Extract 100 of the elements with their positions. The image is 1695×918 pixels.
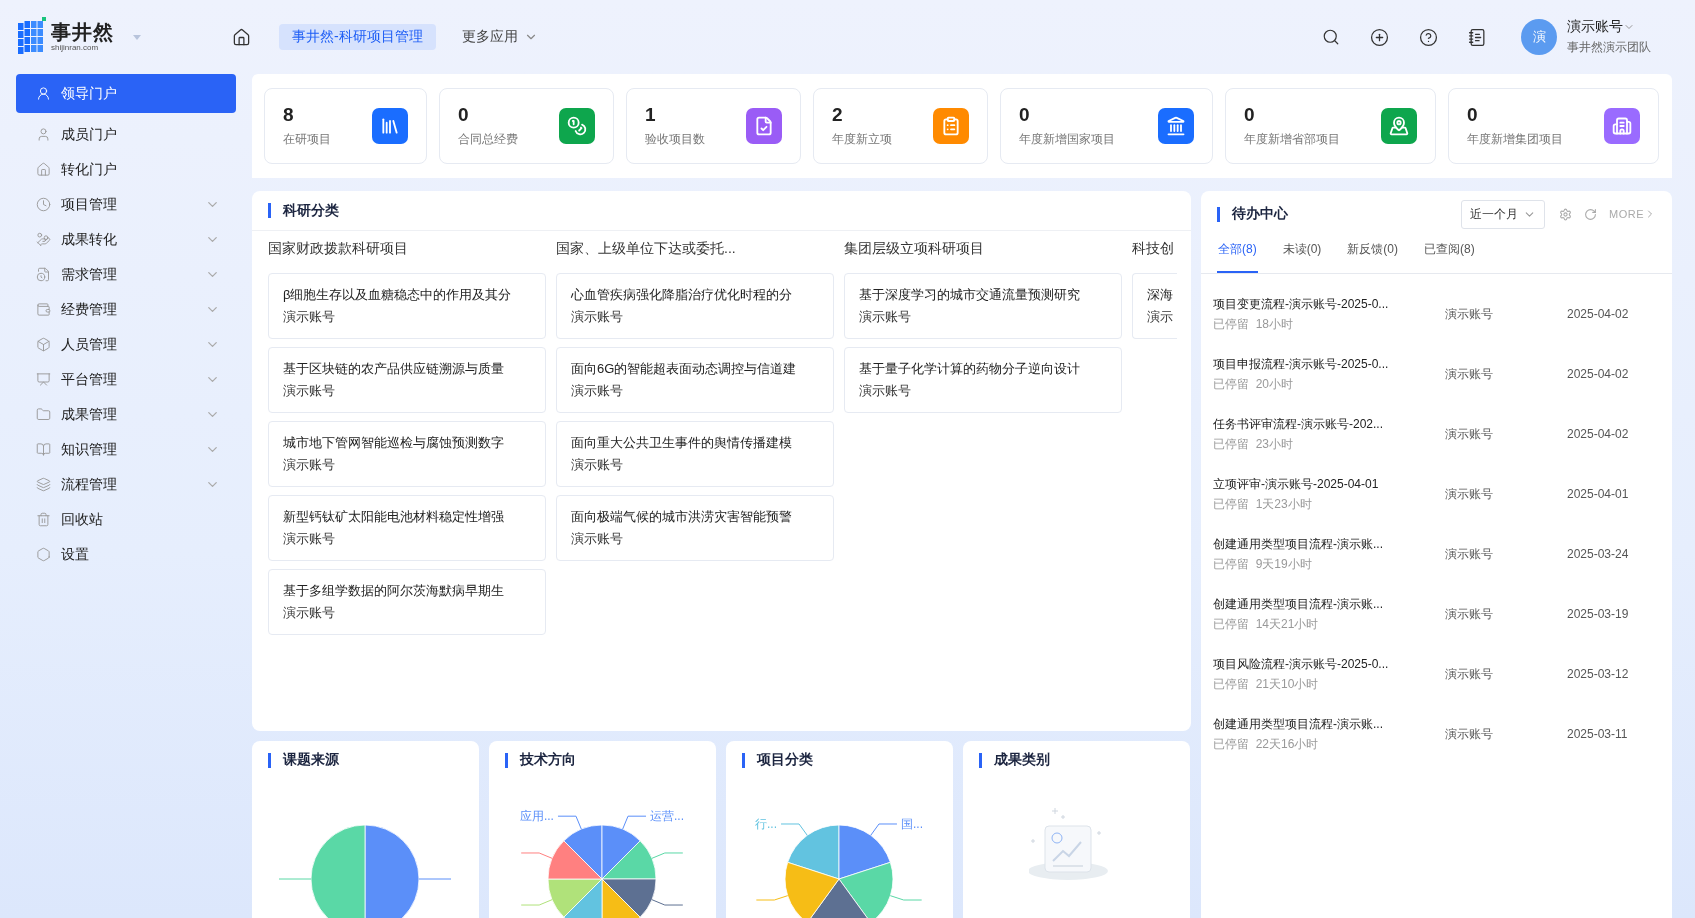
todo-tab[interactable]: 新反馈(0) (1346, 237, 1399, 273)
person-icon (36, 127, 51, 142)
person-icon (36, 86, 51, 101)
sidebar-item[interactable]: 成员门户 (16, 117, 236, 152)
column-title: 国家财政拨款科研项目 (268, 239, 409, 258)
todo-tab[interactable]: 已查阅(8) (1423, 237, 1476, 273)
project-card[interactable]: 心血管疾病强化降脂治疗优化时程的分 演示账号 (556, 273, 834, 339)
project-card[interactable]: 面向极端气候的城市洪涝灾害智能预警 演示账号 (556, 495, 834, 561)
leader-line (557, 815, 582, 830)
leader-line (651, 899, 684, 906)
sidebar-item[interactable]: 成果管理 (16, 397, 236, 432)
sidebar-item[interactable]: 项目管理 (16, 187, 236, 222)
todo-title[interactable]: 项目变更流程-演示账号-2025-0... (1213, 295, 1445, 313)
sidebar-item[interactable]: 领导门户 (16, 74, 236, 113)
sidebar-item[interactable]: 平台管理 (16, 362, 236, 397)
todo-title[interactable]: 立项评审-演示账号-2025-04-01 (1213, 475, 1445, 493)
user-name[interactable]: 演示账号 (1567, 18, 1651, 36)
project-card[interactable]: 面向6G的智能超表面动态调控与信道建 演示账号 (556, 347, 834, 413)
project-title: 基于量子化学计算的药物分子逆向设计 (859, 360, 1081, 378)
project-owner: 演示账号 (283, 456, 336, 474)
stay-time: 已停留 1天23小时 (1213, 495, 1313, 513)
project-card[interactable]: 基于量子化学计算的药物分子逆向设计 演示账号 (844, 347, 1122, 413)
stat-value: 0 (1244, 104, 1256, 126)
column-title: 科技创 (1132, 239, 1175, 258)
hexagon-icon (36, 547, 51, 562)
project-owner: 演示账号 (283, 530, 336, 548)
leader-line (520, 852, 553, 859)
house-icon (36, 162, 51, 177)
project-card[interactable]: β细胞生存以及血糖稳态中的作用及其分 演示账号 (268, 273, 546, 339)
column-title: 国家、上级单位下达或委托... (556, 239, 737, 258)
layers-icon (36, 477, 51, 492)
panel-title: 待办中心 (1232, 205, 1288, 223)
stat-label: 合同总经费 (458, 131, 518, 148)
sidebar-item[interactable]: 人员管理 (16, 327, 236, 362)
todo-date: 2025-04-02 (1567, 307, 1630, 321)
sidebar-item[interactable]: 回收站 (16, 502, 236, 537)
chart-title: 项目分类 (757, 751, 813, 769)
sidebar-item[interactable]: 需求管理 (16, 257, 236, 292)
sidebar-item[interactable]: 流程管理 (16, 467, 236, 502)
stat-value: 0 (458, 104, 470, 126)
todo-title[interactable]: 创建通用类型项目流程-演示账... (1213, 715, 1445, 733)
stat-label: 年度新立项 (832, 131, 892, 148)
project-owner: 演示 (1147, 308, 1174, 326)
project-card[interactable]: 新型钙钛矿太阳能电池材料稳定性增强 演示账号 (268, 495, 546, 561)
project-card[interactable]: 基于多组学数据的阿尔茨海默病早期生 演示账号 (268, 569, 546, 635)
chart-title: 技术方向 (520, 751, 576, 769)
project-card[interactable]: 城市地下管网智能巡检与腐蚀预测数字 演示账号 (268, 421, 546, 487)
project-card[interactable]: 基于深度学习的城市交通流量预测研究 演示账号 (844, 273, 1122, 339)
stat-value: 0 (1019, 104, 1031, 126)
sidebar-item[interactable]: 知识管理 (16, 432, 236, 467)
todo-tab[interactable]: 全部(8) (1217, 237, 1258, 273)
todo-date: 2025-03-12 (1567, 667, 1630, 681)
todo-title[interactable]: 项目申报流程-演示账号-2025-0... (1213, 355, 1445, 373)
project-card[interactable]: 面向重大公共卫生事件的舆情传播建模 演示账号 (556, 421, 834, 487)
todo-title[interactable]: 创建通用类型项目流程-演示账... (1213, 595, 1445, 613)
sidebar-item[interactable]: 转化门户 (16, 152, 236, 187)
todo-user: 演示账号 (1445, 665, 1494, 683)
leader-line (622, 815, 647, 830)
home-icon[interactable] (232, 27, 251, 47)
app-tab[interactable]: 事井然-科研项目管理 (279, 24, 436, 50)
add-icon[interactable] (1370, 27, 1389, 47)
todo-title[interactable]: 创建通用类型项目流程-演示账... (1213, 535, 1445, 553)
stay-time: 已停留 22天16小时 (1213, 735, 1320, 753)
stay-time: 已停留 21天10小时 (1213, 675, 1320, 693)
notebook-icon[interactable] (1468, 27, 1487, 47)
todo-date: 2025-03-11 (1567, 727, 1629, 741)
stay-time: 已停留 14天21小时 (1213, 615, 1320, 633)
project-card[interactable]: 深海 演示 (1132, 273, 1177, 339)
project-owner: 演示账号 (283, 308, 336, 326)
project-card[interactable]: 基于区块链的农产品供应链溯源与质量 演示账号 (268, 347, 546, 413)
more-apps-menu[interactable]: 更多应用 (455, 27, 544, 47)
search-icon[interactable] (1322, 28, 1340, 46)
stay-time: 已停留 9天19小时 (1213, 555, 1313, 573)
leader-line (870, 823, 898, 836)
sidebar-item[interactable]: 经费管理 (16, 292, 236, 327)
todo-title[interactable]: 项目风险流程-演示账号-2025-0... (1213, 655, 1445, 673)
stat-value: 8 (283, 104, 295, 126)
period-select[interactable]: 近一个月 (1461, 199, 1545, 229)
project-owner: 演示账号 (571, 456, 624, 474)
project-owner: 演示账号 (859, 382, 912, 400)
project-title: 心血管疾病强化降脂治疗优化时程的分 (571, 286, 793, 304)
todo-tab[interactable]: 未读(0) (1281, 237, 1323, 273)
help-icon[interactable] (1419, 27, 1438, 47)
todo-user: 演示账号 (1445, 725, 1494, 743)
todo-user: 演示账号 (1445, 605, 1494, 623)
todo-title[interactable]: 任务书评审流程-演示账号-202... (1213, 415, 1445, 433)
leader-line (520, 899, 553, 906)
slice-label: 行... (755, 817, 778, 831)
sidebar-item[interactable]: 设置 (16, 537, 236, 572)
chart-title: 课题来源 (283, 751, 339, 769)
project-title: 基于区块链的农产品供应链溯源与质量 (283, 360, 505, 378)
project-title: 深海 (1147, 286, 1174, 304)
project-title: 基于多组学数据的阿尔茨海默病早期生 (283, 582, 505, 600)
hand-coins-icon (36, 232, 51, 247)
project-owner: 演示账号 (859, 308, 912, 326)
project-title: 城市地下管网智能巡检与腐蚀预测数字 (283, 434, 505, 452)
sidebar-item[interactable]: 成果转化 (16, 222, 236, 257)
todo-date: 2025-04-01 (1567, 487, 1630, 501)
team-name: 事井然演示团队 (1567, 39, 1651, 56)
panel-title: 科研分类 (283, 201, 339, 220)
